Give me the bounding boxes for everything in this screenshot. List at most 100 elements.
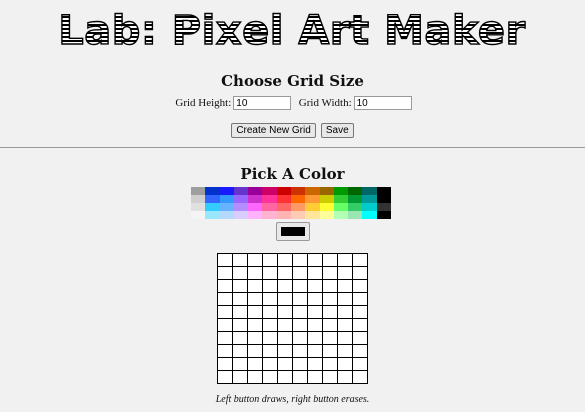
palette-color-cell[interactable]	[276, 187, 291, 195]
pixel-cell[interactable]	[352, 253, 368, 267]
palette-color-cell[interactable]	[376, 187, 391, 195]
palette-color-cell[interactable]	[276, 195, 291, 203]
pixel-cell[interactable]	[307, 279, 323, 293]
palette-color-cell[interactable]	[233, 211, 249, 219]
pixel-cell[interactable]	[262, 318, 278, 332]
palette-color-cell[interactable]	[290, 195, 306, 203]
pixel-cell[interactable]	[307, 357, 323, 371]
pixel-cell[interactable]	[322, 279, 338, 293]
save-button[interactable]: Save	[320, 123, 354, 138]
palette-color-cell[interactable]	[290, 203, 306, 211]
pixel-cell[interactable]	[277, 266, 293, 280]
pixel-cell[interactable]	[352, 305, 368, 319]
grid-height-input[interactable]	[233, 96, 292, 110]
pixel-cell[interactable]	[262, 279, 278, 293]
pixel-cell[interactable]	[337, 292, 353, 306]
palette-color-cell[interactable]	[348, 211, 363, 219]
pixel-cell[interactable]	[262, 344, 278, 358]
pixel-cell[interactable]	[277, 357, 293, 371]
pixel-cell[interactable]	[307, 344, 323, 358]
palette-color-cell[interactable]	[262, 187, 277, 195]
palette-color-cell[interactable]	[205, 203, 220, 211]
palette-color-cell[interactable]	[376, 195, 391, 203]
pixel-cell[interactable]	[217, 370, 233, 384]
pixel-cell[interactable]	[322, 305, 338, 319]
pixel-cell[interactable]	[247, 266, 263, 280]
palette-color-cell[interactable]	[319, 211, 334, 219]
pixel-cell[interactable]	[277, 344, 293, 358]
pixel-cell[interactable]	[247, 279, 263, 293]
palette-color-cell[interactable]	[305, 187, 320, 195]
palette-color-cell[interactable]	[205, 187, 220, 195]
pixel-cell[interactable]	[352, 357, 368, 371]
pixel-canvas[interactable]	[217, 253, 368, 384]
pixel-cell[interactable]	[307, 318, 323, 332]
pixel-cell[interactable]	[247, 370, 263, 384]
palette-color-cell[interactable]	[233, 203, 249, 211]
palette-color-cell[interactable]	[276, 203, 291, 211]
pixel-cell[interactable]	[322, 318, 338, 332]
pixel-cell[interactable]	[277, 318, 293, 332]
pixel-cell[interactable]	[277, 370, 293, 384]
pixel-cell[interactable]	[292, 370, 308, 384]
palette-color-cell[interactable]	[305, 211, 320, 219]
palette-color-cell[interactable]	[348, 203, 363, 211]
pixel-cell[interactable]	[247, 253, 263, 267]
pixel-cell[interactable]	[292, 253, 308, 267]
palette-color-cell[interactable]	[219, 211, 234, 219]
palette-color-cell[interactable]	[205, 195, 220, 203]
pixel-cell[interactable]	[352, 370, 368, 384]
pixel-cell[interactable]	[232, 253, 248, 267]
pixel-cell[interactable]	[292, 318, 308, 332]
palette-color-cell[interactable]	[333, 211, 349, 219]
palette-color-cell[interactable]	[191, 203, 206, 211]
pixel-cell[interactable]	[292, 331, 308, 345]
pixel-cell[interactable]	[337, 344, 353, 358]
pixel-cell[interactable]	[307, 266, 323, 280]
pixel-cell[interactable]	[322, 357, 338, 371]
pixel-cell[interactable]	[337, 279, 353, 293]
pixel-cell[interactable]	[232, 292, 248, 306]
palette-color-cell[interactable]	[248, 203, 263, 211]
pixel-cell[interactable]	[232, 266, 248, 280]
palette-color-cell[interactable]	[348, 187, 363, 195]
pixel-cell[interactable]	[277, 279, 293, 293]
pixel-cell[interactable]	[292, 292, 308, 306]
pixel-cell[interactable]	[292, 266, 308, 280]
pixel-cell[interactable]	[277, 331, 293, 345]
palette-color-cell[interactable]	[319, 187, 334, 195]
palette-color-cell[interactable]	[305, 203, 320, 211]
pixel-cell[interactable]	[337, 253, 353, 267]
pixel-cell[interactable]	[352, 266, 368, 280]
pixel-cell[interactable]	[217, 344, 233, 358]
palette-color-cell[interactable]	[362, 211, 377, 219]
pixel-cell[interactable]	[247, 344, 263, 358]
pixel-cell[interactable]	[307, 370, 323, 384]
pixel-cell[interactable]	[247, 318, 263, 332]
pixel-cell[interactable]	[217, 305, 233, 319]
pixel-cell[interactable]	[292, 279, 308, 293]
palette-color-cell[interactable]	[333, 203, 349, 211]
pixel-cell[interactable]	[352, 292, 368, 306]
palette-color-cell[interactable]	[191, 187, 206, 195]
pixel-cell[interactable]	[232, 331, 248, 345]
pixel-cell[interactable]	[337, 266, 353, 280]
pixel-cell[interactable]	[262, 266, 278, 280]
pixel-cell[interactable]	[292, 344, 308, 358]
pixel-cell[interactable]	[307, 253, 323, 267]
palette-color-cell[interactable]	[219, 195, 234, 203]
palette-color-cell[interactable]	[262, 195, 277, 203]
pixel-cell[interactable]	[247, 305, 263, 319]
palette-color-cell[interactable]	[290, 187, 306, 195]
palette-color-cell[interactable]	[262, 203, 277, 211]
pixel-cell[interactable]	[262, 305, 278, 319]
palette-color-cell[interactable]	[248, 195, 263, 203]
pixel-cell[interactable]	[292, 357, 308, 371]
palette-color-cell[interactable]	[233, 187, 249, 195]
palette-color-cell[interactable]	[362, 203, 377, 211]
palette-color-cell[interactable]	[219, 203, 234, 211]
palette-color-cell[interactable]	[348, 195, 363, 203]
pixel-cell[interactable]	[262, 370, 278, 384]
pixel-cell[interactable]	[217, 292, 233, 306]
palette-color-cell[interactable]	[191, 195, 206, 203]
